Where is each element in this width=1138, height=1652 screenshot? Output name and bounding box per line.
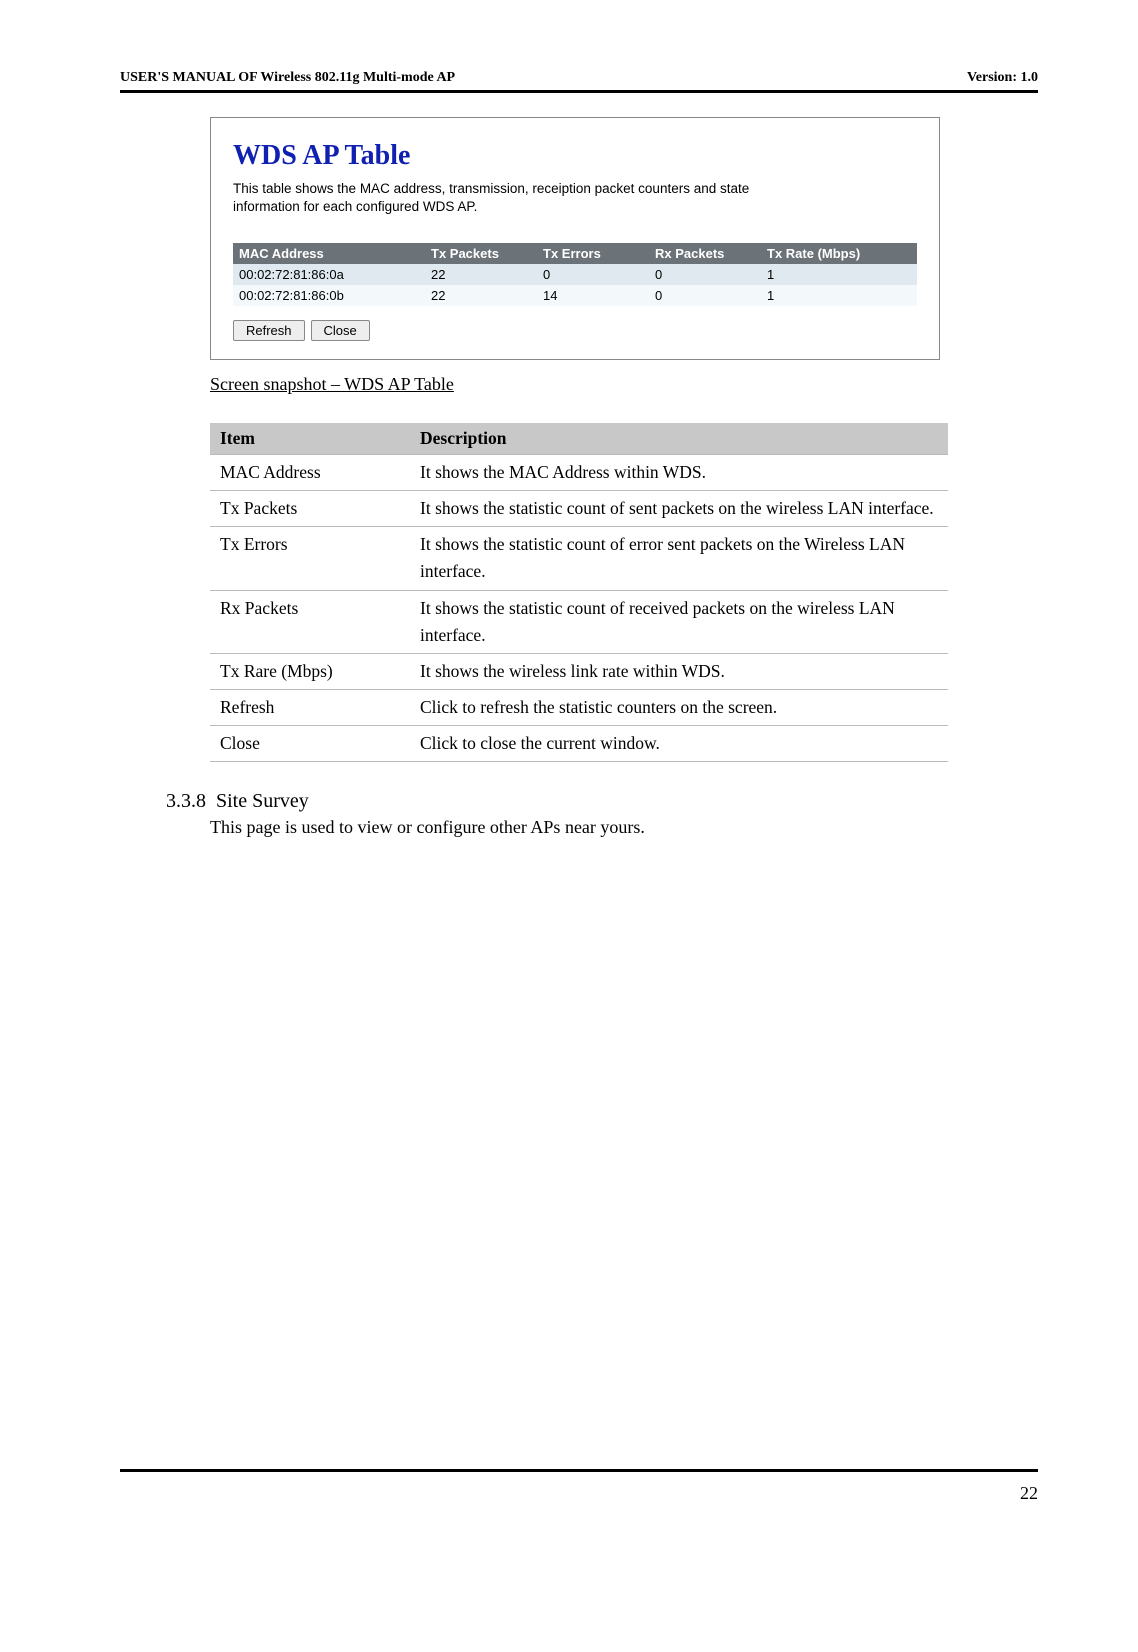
button-row: Refresh Close	[233, 320, 917, 341]
page: USER'S MANUAL OF Wireless 802.11g Multi-…	[0, 0, 1138, 1540]
cell-txp: 22	[425, 264, 537, 285]
header-rule	[120, 90, 1038, 93]
screenshot-frame: WDS AP Table This table shows the MAC ad…	[210, 117, 940, 360]
desc-item: Rx Packets	[210, 590, 410, 653]
desc-head-item: Item	[210, 423, 410, 455]
intro-line-2: information for each configured WDS AP.	[233, 199, 477, 214]
table-row: 00:02:72:81:86:0b 22 14 0 1	[233, 285, 917, 306]
footer-rule	[120, 1469, 1038, 1472]
refresh-button[interactable]: Refresh	[233, 320, 305, 341]
desc-row: Tx Packets It shows the statistic count …	[210, 491, 948, 527]
desc-row: Close Click to close the current window.	[210, 726, 948, 762]
cell-txp: 22	[425, 285, 537, 306]
desc-text: It shows the statistic count of received…	[410, 590, 948, 653]
page-number: 22	[1020, 1483, 1038, 1504]
cell-rate: 1	[761, 285, 917, 306]
page-header: USER'S MANUAL OF Wireless 802.11g Multi-…	[120, 70, 1038, 86]
section-title: Site Survey	[216, 790, 309, 812]
screenshot-intro: This table shows the MAC address, transm…	[233, 180, 917, 215]
col-mac: MAC Address	[233, 243, 425, 264]
desc-text: It shows the MAC Address within WDS.	[410, 455, 948, 491]
header-right: Version: 1.0	[967, 70, 1038, 86]
desc-row: Rx Packets It shows the statistic count …	[210, 590, 948, 653]
desc-text: Click to close the current window.	[410, 726, 948, 762]
desc-row: MAC Address It shows the MAC Address wit…	[210, 455, 948, 491]
section-body: This page is used to view or configure o…	[210, 817, 1038, 838]
section-heading: 3.3.8 Site Survey	[166, 790, 1038, 813]
wds-data-table: MAC Address Tx Packets Tx Errors Rx Pack…	[233, 243, 917, 306]
table-row: 00:02:72:81:86:0a 22 0 0 1	[233, 264, 917, 285]
intro-line-1: This table shows the MAC address, transm…	[233, 181, 749, 196]
desc-text: It shows the wireless link rate within W…	[410, 653, 948, 689]
desc-row: Tx Errors It shows the statistic count o…	[210, 527, 948, 590]
desc-header-row: Item Description	[210, 423, 948, 455]
desc-text: It shows the statistic count of error se…	[410, 527, 948, 590]
col-txrate: Tx Rate (Mbps)	[761, 243, 917, 264]
desc-head-desc: Description	[410, 423, 948, 455]
col-txerrors: Tx Errors	[537, 243, 649, 264]
desc-text: Click to refresh the statistic counters …	[410, 689, 948, 725]
desc-item: Refresh	[210, 689, 410, 725]
desc-text: It shows the statistic count of sent pac…	[410, 491, 948, 527]
desc-row: Refresh Click to refresh the statistic c…	[210, 689, 948, 725]
cell-mac: 00:02:72:81:86:0b	[233, 285, 425, 306]
description-table: Item Description MAC Address It shows th…	[210, 423, 948, 762]
cell-txe: 14	[537, 285, 649, 306]
close-button[interactable]: Close	[311, 320, 370, 341]
cell-mac: 00:02:72:81:86:0a	[233, 264, 425, 285]
cell-rxp: 0	[649, 264, 761, 285]
cell-rate: 1	[761, 264, 917, 285]
screenshot-caption: Screen snapshot – WDS AP Table	[210, 374, 1038, 395]
content: WDS AP Table This table shows the MAC ad…	[210, 117, 1038, 838]
desc-item: MAC Address	[210, 455, 410, 491]
col-rxpackets: Rx Packets	[649, 243, 761, 264]
col-txpackets: Tx Packets	[425, 243, 537, 264]
desc-row: Tx Rare (Mbps) It shows the wireless lin…	[210, 653, 948, 689]
cell-txe: 0	[537, 264, 649, 285]
cell-rxp: 0	[649, 285, 761, 306]
desc-item: Tx Errors	[210, 527, 410, 590]
table-header-row: MAC Address Tx Packets Tx Errors Rx Pack…	[233, 243, 917, 264]
desc-item: Tx Packets	[210, 491, 410, 527]
section-number: 3.3.8	[166, 790, 206, 812]
screenshot-title: WDS AP Table	[233, 140, 917, 172]
desc-item: Tx Rare (Mbps)	[210, 653, 410, 689]
desc-item: Close	[210, 726, 410, 762]
header-left: USER'S MANUAL OF Wireless 802.11g Multi-…	[120, 70, 455, 86]
